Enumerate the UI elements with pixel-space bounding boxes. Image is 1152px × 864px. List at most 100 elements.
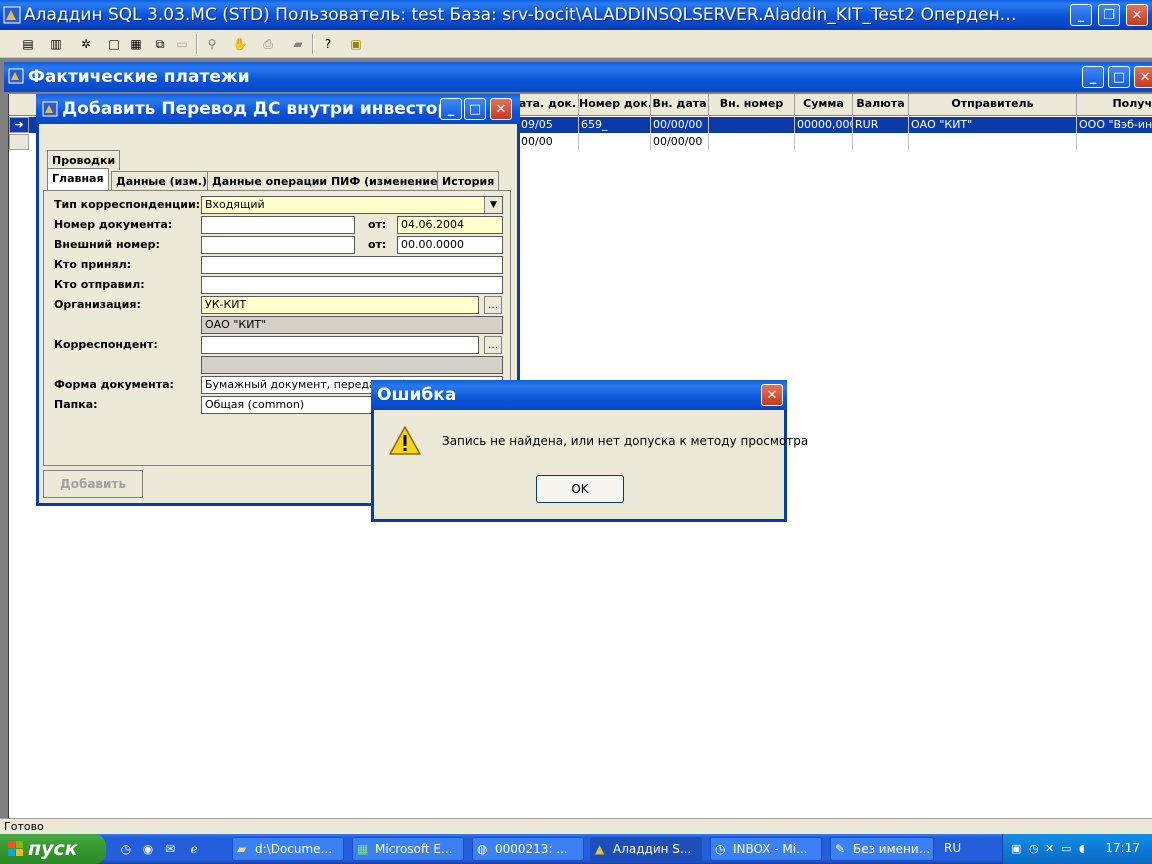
- error-close-button[interactable]: ✕: [761, 384, 783, 406]
- chevron-down-icon[interactable]: ▼: [484, 197, 502, 213]
- excel-icon: ▦: [357, 842, 369, 856]
- find-icon[interactable]: ⚲: [202, 34, 222, 54]
- tray-display-icon[interactable]: ▭: [1061, 842, 1075, 856]
- table-cell: 09/05: [519, 117, 579, 133]
- minimize-all-icon[interactable]: ▭: [172, 34, 192, 54]
- table-cell: [709, 134, 795, 150]
- browser-icon: ◍: [477, 842, 488, 856]
- corr-type-select[interactable]: Входящий ▼: [201, 196, 503, 214]
- dialog-title-bar[interactable]: Добавить Перевод ДС внутри инвестора _ □…: [36, 94, 520, 124]
- quicklaunch-ie-icon[interactable]: ℯ: [186, 841, 202, 857]
- tab-data-changes[interactable]: Данные (изм.): [111, 171, 212, 191]
- app-title-bar[interactable]: Аладдин SQL 3.03.MC (STD) Пользователь: …: [0, 0, 1152, 30]
- child-window-title-bar[interactable]: Фактические платежи _ □ ✕: [4, 62, 1152, 92]
- tray-volume-icon[interactable]: ◖: [1079, 842, 1093, 856]
- column-header[interactable]: Номер док.: [579, 94, 651, 116]
- accepted-by-input[interactable]: [201, 256, 503, 274]
- warning-icon: [389, 426, 421, 455]
- dialog-minimize-button[interactable]: _: [440, 98, 462, 120]
- taskbar-item-label: d:\Docume...: [255, 842, 333, 856]
- organization-browse-button[interactable]: …: [484, 296, 502, 314]
- tray-network-icon[interactable]: ✕: [1045, 842, 1059, 856]
- taskbar-item-excel[interactable]: ▦ Microsoft E...: [352, 837, 464, 861]
- child-maximize-button[interactable]: □: [1108, 66, 1130, 88]
- dialog-maximize-button[interactable]: □: [464, 98, 486, 120]
- row-indicator: [9, 134, 29, 150]
- table-cell: 00/00: [519, 134, 579, 150]
- toolbar: ▤ ▥ ✲ □ ▦ ⧉ ▭ ⚲ ✋ ⎙ ▰ ? ▣: [0, 30, 1152, 58]
- taskbar-item-aladdin[interactable]: ▲ Аладдин S...: [590, 837, 702, 861]
- list-icon[interactable]: ▤: [18, 34, 38, 54]
- table-cell: [909, 134, 1077, 150]
- paint-icon: ✎: [835, 842, 846, 856]
- tray-clock-icon[interactable]: ◷: [1029, 842, 1043, 856]
- tile-icon[interactable]: ▦: [126, 34, 146, 54]
- hand-icon[interactable]: ✋: [230, 34, 250, 54]
- organization-input[interactable]: УК-КИТ: [201, 296, 479, 314]
- correspondent-browse-button[interactable]: …: [484, 336, 502, 354]
- minimize-button[interactable]: _: [1070, 4, 1092, 26]
- taskbar-item-ticket[interactable]: ◍ 0000213: ...: [472, 837, 584, 861]
- dialog-close-button[interactable]: ✕: [490, 98, 512, 120]
- print-icon[interactable]: ⎙: [258, 34, 278, 54]
- ok-button[interactable]: OK: [536, 475, 624, 503]
- window-icon[interactable]: □: [104, 34, 124, 54]
- child-minimize-button[interactable]: _: [1082, 66, 1104, 88]
- column-header[interactable]: Вн. номер: [709, 94, 795, 116]
- table-cell: [579, 134, 651, 150]
- mail-icon: ◷: [715, 842, 726, 856]
- column-header[interactable]: Сумма: [795, 94, 853, 116]
- tools-icon[interactable]: ✲: [76, 34, 96, 54]
- add-button[interactable]: Добавить: [43, 470, 143, 498]
- help-icon[interactable]: ?: [318, 34, 338, 54]
- status-text: Готово: [4, 820, 44, 833]
- tab-postings[interactable]: Проводки: [47, 150, 121, 170]
- quicklaunch-outlook-icon[interactable]: ✉: [162, 841, 178, 857]
- ext-date-label: от:: [368, 238, 387, 251]
- tab-history[interactable]: История: [437, 171, 500, 191]
- taskbar-item-label: Аладдин S...: [613, 842, 692, 856]
- archive-icon[interactable]: ▥: [46, 34, 66, 54]
- child-close-button[interactable]: ✕: [1134, 66, 1152, 88]
- table-cell: 659_: [579, 117, 651, 133]
- sent-by-input[interactable]: [201, 276, 503, 294]
- taskbar-item-inbox[interactable]: ◷ INBOX - Mi...: [710, 837, 822, 861]
- quicklaunch-browser-icon[interactable]: ◉: [140, 841, 156, 857]
- column-header[interactable]: ата. док.: [517, 94, 579, 116]
- cascade-icon[interactable]: ⧉: [150, 34, 170, 54]
- correspondent-input[interactable]: [201, 336, 479, 354]
- column-header[interactable]: Получ: [1077, 94, 1152, 116]
- app-title: Аладдин SQL 3.03.MC (STD) Пользователь: …: [24, 5, 1017, 25]
- correspondent-name-field: [201, 356, 503, 374]
- aladdin-app-icon: [3, 6, 21, 24]
- column-header[interactable]: Вн. дата: [651, 94, 709, 116]
- language-indicator[interactable]: RU: [944, 841, 961, 855]
- tray-app-icon[interactable]: ▣: [1011, 842, 1025, 856]
- table-cell: [853, 134, 909, 150]
- taskbar-item-label: Без имени...: [853, 842, 931, 856]
- tab-pif-operation-data[interactable]: Данные операции ПИФ (изменение): [207, 171, 448, 191]
- column-header[interactable]: Валюта: [853, 94, 909, 116]
- table-cell: [795, 134, 853, 150]
- ext-date-input[interactable]: 00.00.0000: [397, 236, 503, 254]
- doc-number-input[interactable]: [201, 216, 355, 234]
- doc-date-input[interactable]: 04.06.2004: [397, 216, 503, 234]
- quicklaunch-clock-icon[interactable]: ◷: [118, 841, 134, 857]
- restore-button[interactable]: ❐: [1098, 4, 1120, 26]
- column-header[interactable]: Отправитель: [909, 94, 1077, 116]
- export-icon[interactable]: ▰: [288, 34, 308, 54]
- taskbar-item-label: INBOX - Mi...: [733, 842, 808, 856]
- taskbar-item-folder[interactable]: ▰ d:\Docume...: [232, 837, 344, 861]
- ext-number-input[interactable]: [201, 236, 355, 254]
- tab-main[interactable]: Главная: [47, 168, 109, 190]
- system-tray: ▣ ◷ ✕ ▭ ◖ 17:17: [1002, 834, 1152, 864]
- organization-label: Организация:: [54, 298, 141, 311]
- module-icon[interactable]: ▣: [346, 34, 366, 54]
- error-dialog-title-bar[interactable]: Ошибка ✕: [371, 380, 787, 410]
- organization-name-field: ОАО "КИТ": [201, 316, 503, 334]
- close-button[interactable]: ✕: [1126, 4, 1148, 26]
- taskbar-item-paint[interactable]: ✎ Без имени...: [830, 837, 934, 861]
- table-cell: RUR: [853, 117, 909, 133]
- start-button[interactable]: пуск: [0, 834, 106, 864]
- table-cell: [1077, 134, 1152, 150]
